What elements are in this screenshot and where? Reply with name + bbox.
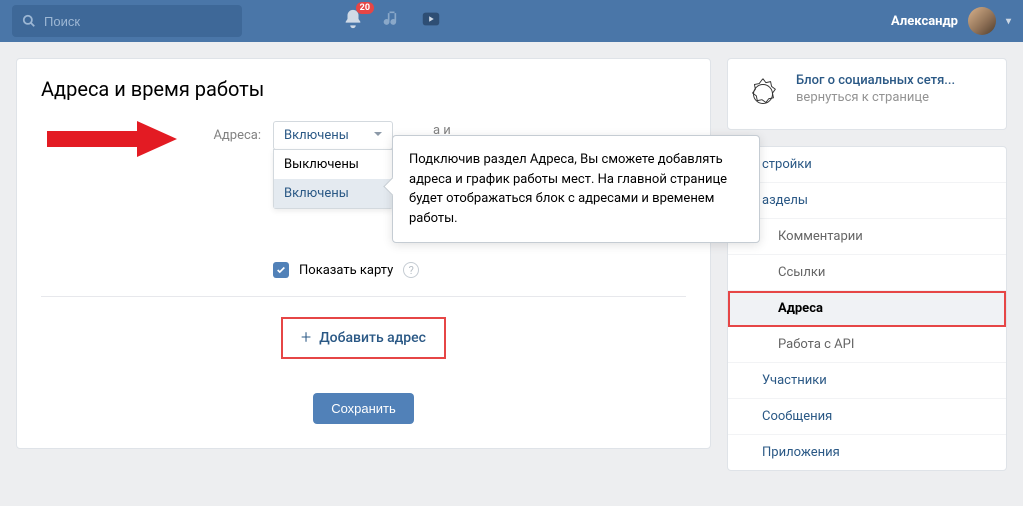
avatar (968, 7, 996, 35)
community-title: Блог о социальных сетя... (796, 73, 955, 88)
help-icon[interactable]: ? (403, 262, 419, 278)
app-header: 20 Александр ▾ (0, 0, 1023, 42)
nav-addresses[interactable]: Адреса (728, 291, 1006, 327)
chevron-down-icon: ▾ (1006, 16, 1011, 27)
nav-sections[interactable]: азделы (728, 183, 1006, 219)
nav-comments[interactable]: Комментарии (728, 219, 1006, 255)
search-icon (22, 14, 36, 28)
dropdown-option-off[interactable]: Выключены (274, 150, 392, 179)
nav-settings[interactable]: стройки (728, 147, 1006, 183)
header-icons: 20 (342, 8, 442, 34)
nav-members[interactable]: Участники (728, 363, 1006, 399)
community-logo (742, 73, 784, 115)
info-tooltip: Подключив раздел Адреса, Вы сможете доба… (392, 135, 760, 243)
select-dropdown: Выключены Включены (273, 149, 393, 209)
divider (41, 296, 686, 297)
search-input[interactable] (44, 14, 232, 29)
video-icon[interactable] (420, 8, 442, 34)
back-link[interactable]: вернуться к странице (796, 90, 955, 105)
music-icon[interactable] (382, 9, 402, 33)
sidebar: Блог о социальных сетя... вернуться к ст… (727, 58, 1007, 487)
sidebar-nav: стройки азделы Комментарии Ссылки Адреса… (727, 146, 1007, 471)
username: Александр (891, 14, 958, 29)
nav-apps[interactable]: Приложения (728, 435, 1006, 470)
addresses-label: Адреса: (41, 128, 261, 143)
sidebar-header[interactable]: Блог о социальных сетя... вернуться к ст… (728, 59, 1006, 129)
plus-icon: + (301, 329, 311, 347)
save-button[interactable]: Сохранить (313, 393, 414, 424)
add-address-button[interactable]: + Добавить адрес (281, 317, 446, 359)
nav-messages[interactable]: Сообщения (728, 399, 1006, 435)
notification-badge: 20 (356, 2, 374, 14)
select-button[interactable]: Включены (273, 121, 393, 150)
dropdown-option-on[interactable]: Включены (274, 179, 392, 208)
nav-api[interactable]: Работа с API (728, 327, 1006, 363)
main-card: Адреса и время работы Адреса: Включены В… (16, 58, 711, 449)
user-menu[interactable]: Александр ▾ (891, 7, 1011, 35)
show-map-checkbox[interactable] (273, 262, 289, 278)
notifications-icon[interactable]: 20 (342, 8, 364, 34)
addresses-select[interactable]: Включены Выключены Включены (273, 121, 393, 150)
nav-links[interactable]: Ссылки (728, 255, 1006, 291)
show-map-label[interactable]: Показать карту (299, 263, 393, 278)
page-title: Адреса и время работы (17, 59, 710, 121)
search-box[interactable] (12, 5, 242, 37)
